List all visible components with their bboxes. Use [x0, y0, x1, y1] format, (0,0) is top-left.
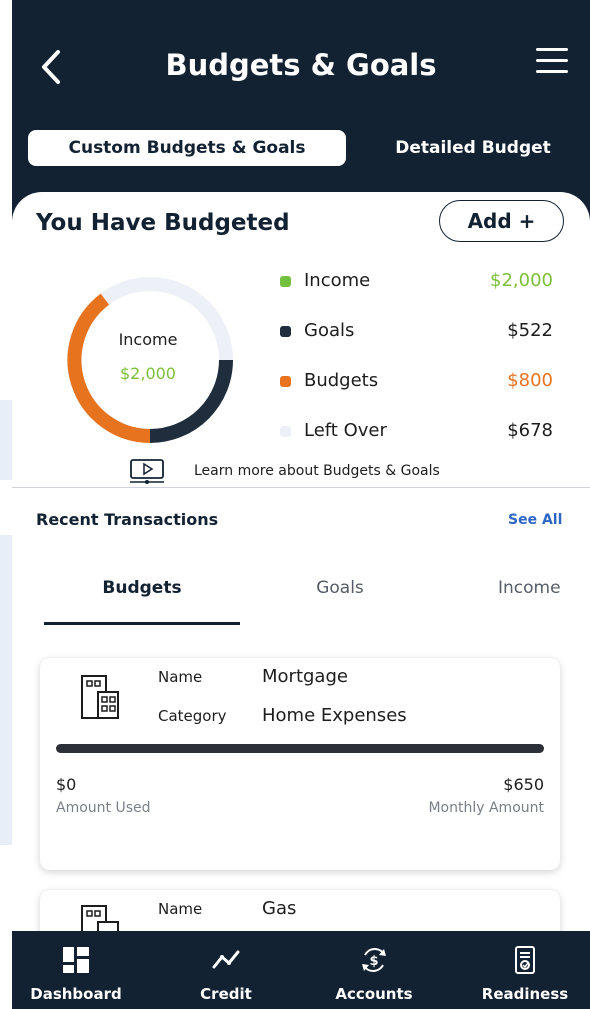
- transaction-card[interactable]: Name Mortgage Category Home Expenses $0 …: [40, 658, 560, 870]
- tab-goals[interactable]: Goals: [290, 578, 390, 598]
- nav-label: Dashboard: [30, 985, 122, 1003]
- legend-swatch: [280, 376, 291, 387]
- menu-button[interactable]: [536, 46, 570, 76]
- nav-item-dashboard[interactable]: Dashboard: [12, 931, 140, 1009]
- bottom-navigation: Dashboard Credit $ Accounts Readiness: [12, 931, 590, 1009]
- monthly-amount: $650: [503, 775, 544, 794]
- legend-value: $678: [507, 420, 553, 441]
- checklist-icon: [515, 946, 535, 974]
- nav-label: Accounts: [335, 985, 413, 1003]
- legend-label: Budgets: [304, 370, 379, 391]
- legend-item-left-over: Left Over $678: [277, 418, 567, 448]
- building-icon: [81, 675, 119, 719]
- legend-label: Left Over: [304, 420, 387, 441]
- background-decoration: [0, 400, 12, 480]
- hamburger-icon-line: [536, 59, 568, 62]
- budget-summary-panel: You Have Budgeted Add + Income $2,000 In…: [12, 192, 590, 488]
- budget-progress-bar: [56, 744, 544, 753]
- trend-line-icon: [212, 950, 240, 969]
- nav-item-accounts[interactable]: $ Accounts: [310, 931, 438, 1009]
- nav-label: Readiness: [481, 985, 569, 1003]
- legend-swatch: [280, 276, 291, 287]
- budget-donut-chart: [67, 277, 233, 443]
- donut-center-label: Income: [118, 330, 178, 349]
- amount-used: $0: [56, 775, 77, 794]
- hamburger-icon: [536, 48, 568, 51]
- monthly-amount-label: Monthly Amount: [428, 800, 544, 816]
- transaction-name: Gas: [262, 898, 297, 919]
- legend-item-budgets: Budgets $800: [277, 368, 567, 398]
- page-title: Budgets & Goals: [165, 48, 437, 82]
- transaction-name: Mortgage: [262, 666, 348, 687]
- learn-more-text: Learn more about Budgets & Goals: [194, 463, 440, 479]
- tab-custom-budgets-goals[interactable]: Custom Budgets & Goals: [28, 130, 346, 166]
- legend-swatch: [280, 426, 291, 437]
- recent-transactions-title: Recent Transactions: [36, 510, 219, 529]
- transaction-category: Home Expenses: [262, 705, 407, 726]
- nav-label: Credit: [200, 985, 252, 1003]
- section-divider: [12, 487, 590, 488]
- tab-detailed-budget[interactable]: Detailed Budget: [362, 130, 584, 166]
- active-tab-indicator: [44, 622, 240, 625]
- legend-item-income: Income $2,000: [277, 268, 567, 298]
- name-key: Name: [158, 668, 203, 686]
- donut-center-value: $2,000: [120, 364, 176, 383]
- learn-more-link[interactable]: Learn more about Budgets & Goals: [128, 458, 488, 488]
- legend-swatch: [280, 326, 291, 337]
- nav-item-credit[interactable]: Credit: [162, 931, 290, 1009]
- dollar-sync-icon: $: [362, 948, 386, 972]
- add-button[interactable]: Add +: [439, 200, 564, 242]
- dashboard-icon: [63, 947, 89, 973]
- name-key: Name: [158, 900, 203, 918]
- hamburger-icon-line: [536, 70, 568, 73]
- summary-title: You Have Budgeted: [36, 210, 290, 236]
- background-decoration: [0, 535, 12, 845]
- legend-label: Income: [304, 270, 371, 291]
- legend-value: $2,000: [490, 270, 553, 291]
- tab-income[interactable]: Income: [498, 578, 590, 598]
- legend-value: $800: [507, 370, 553, 391]
- legend-item-goals: Goals $522: [277, 318, 567, 348]
- see-all-link[interactable]: See All: [508, 512, 562, 528]
- nav-item-readiness[interactable]: Readiness: [460, 931, 590, 1009]
- category-key: Category: [158, 707, 227, 725]
- amount-used-label: Amount Used: [56, 800, 151, 816]
- legend-label: Goals: [304, 320, 355, 341]
- legend-value: $522: [507, 320, 553, 341]
- video-play-icon: [130, 459, 164, 484]
- svg-text:$: $: [369, 954, 378, 969]
- tab-budgets[interactable]: Budgets: [44, 578, 240, 598]
